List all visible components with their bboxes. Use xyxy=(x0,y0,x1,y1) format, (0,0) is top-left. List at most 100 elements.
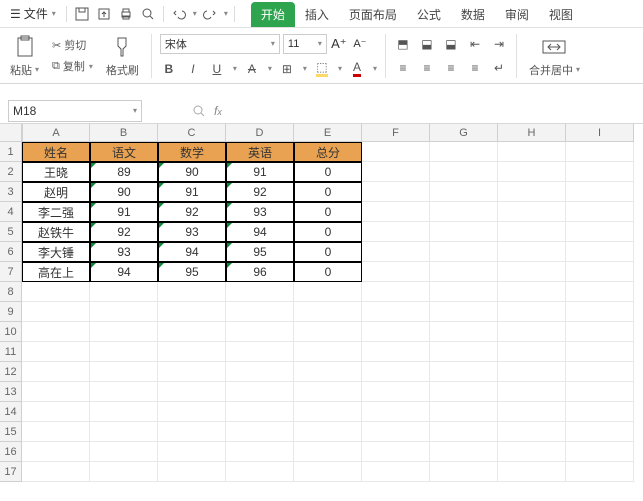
cell[interactable] xyxy=(294,422,362,442)
cell[interactable] xyxy=(430,242,498,262)
cell[interactable]: 91 xyxy=(90,202,158,222)
cell[interactable]: 92 xyxy=(226,182,294,202)
cell[interactable] xyxy=(362,302,430,322)
cut-button[interactable]: ✂剪切 xyxy=(49,36,96,54)
row-header[interactable]: 4 xyxy=(0,202,22,222)
column-header[interactable]: A xyxy=(22,124,90,142)
cell[interactable] xyxy=(498,362,566,382)
chevron-down-icon[interactable]: ▾ xyxy=(373,64,377,73)
cell[interactable] xyxy=(430,262,498,282)
format-painter-group[interactable]: 格式刷 xyxy=(102,34,143,78)
cell[interactable] xyxy=(294,302,362,322)
export-icon[interactable] xyxy=(95,5,113,23)
chevron-down-icon[interactable]: ▾ xyxy=(303,64,307,73)
cell[interactable] xyxy=(226,342,294,362)
cell[interactable] xyxy=(158,422,226,442)
cell[interactable] xyxy=(158,442,226,462)
align-center-icon[interactable]: ≡ xyxy=(418,59,436,77)
align-right-icon[interactable]: ≡ xyxy=(442,59,460,77)
cell[interactable] xyxy=(362,402,430,422)
cell[interactable]: 姓名 xyxy=(22,142,90,162)
cell[interactable] xyxy=(294,442,362,462)
cell[interactable] xyxy=(498,382,566,402)
save-icon[interactable] xyxy=(73,5,91,23)
cell[interactable] xyxy=(498,222,566,242)
cell[interactable] xyxy=(430,382,498,402)
name-box[interactable]: M18 ▾ xyxy=(8,100,142,122)
font-name-select[interactable]: 宋体▾ xyxy=(160,34,280,54)
cell[interactable] xyxy=(22,342,90,362)
cell[interactable] xyxy=(498,142,566,162)
cell[interactable] xyxy=(226,382,294,402)
cell[interactable] xyxy=(498,302,566,322)
cell[interactable]: 89 xyxy=(90,162,158,182)
row-header[interactable]: 15 xyxy=(0,422,22,442)
cell[interactable]: 李二强 xyxy=(22,202,90,222)
cell[interactable] xyxy=(158,302,226,322)
justify-icon[interactable]: ≡ xyxy=(466,59,484,77)
cell[interactable] xyxy=(90,442,158,462)
cell[interactable]: 95 xyxy=(226,242,294,262)
cell[interactable] xyxy=(566,402,634,422)
cell[interactable] xyxy=(294,322,362,342)
cell[interactable] xyxy=(226,442,294,462)
row-header[interactable]: 14 xyxy=(0,402,22,422)
increase-font-icon[interactable]: A⁺ xyxy=(330,35,348,53)
cell[interactable] xyxy=(498,282,566,302)
cell[interactable] xyxy=(22,442,90,462)
row-header[interactable]: 3 xyxy=(0,182,22,202)
chevron-down-icon[interactable]: ▾ xyxy=(268,64,272,73)
row-header[interactable]: 7 xyxy=(0,262,22,282)
cell[interactable]: 93 xyxy=(90,242,158,262)
cancel-icon[interactable] xyxy=(192,104,206,118)
file-menu[interactable]: ☰ 文件 ▾ xyxy=(6,3,60,24)
undo-icon[interactable] xyxy=(170,5,188,23)
cell[interactable]: 英语 xyxy=(226,142,294,162)
cell[interactable] xyxy=(430,202,498,222)
cell[interactable] xyxy=(566,222,634,242)
select-all-corner[interactable] xyxy=(0,124,22,142)
cell[interactable] xyxy=(158,342,226,362)
cell[interactable] xyxy=(90,362,158,382)
tab-start[interactable]: 开始 xyxy=(251,2,295,27)
spreadsheet-grid[interactable]: ABCDEFGHI 1姓名语文数学英语总分2王晓89909103赵明909192… xyxy=(0,124,643,482)
cell[interactable] xyxy=(498,462,566,482)
cell[interactable]: 95 xyxy=(158,262,226,282)
cell[interactable] xyxy=(498,242,566,262)
cell[interactable] xyxy=(226,462,294,482)
cell[interactable] xyxy=(22,322,90,342)
row-header[interactable]: 11 xyxy=(0,342,22,362)
redo-icon[interactable] xyxy=(201,5,219,23)
cell[interactable] xyxy=(430,342,498,362)
cell[interactable] xyxy=(362,262,430,282)
row-header[interactable]: 13 xyxy=(0,382,22,402)
cell[interactable] xyxy=(498,202,566,222)
cell[interactable]: 王晓 xyxy=(22,162,90,182)
cell[interactable] xyxy=(430,222,498,242)
cell[interactable] xyxy=(294,362,362,382)
cell[interactable] xyxy=(566,302,634,322)
cell[interactable] xyxy=(498,402,566,422)
italic-button[interactable]: I xyxy=(184,60,202,78)
cell[interactable]: 91 xyxy=(226,162,294,182)
cell[interactable] xyxy=(362,382,430,402)
cell[interactable] xyxy=(430,302,498,322)
cell[interactable]: 0 xyxy=(294,222,362,242)
cell[interactable] xyxy=(498,162,566,182)
tab-data[interactable]: 数据 xyxy=(451,2,495,27)
cell[interactable] xyxy=(90,402,158,422)
cell[interactable]: 94 xyxy=(158,242,226,262)
cell[interactable] xyxy=(158,462,226,482)
cell[interactable]: 91 xyxy=(158,182,226,202)
row-header[interactable]: 10 xyxy=(0,322,22,342)
cell[interactable] xyxy=(566,282,634,302)
cell[interactable] xyxy=(22,302,90,322)
strikethrough-button[interactable]: A xyxy=(243,60,261,78)
chevron-down-icon[interactable]: ▾ xyxy=(338,64,342,73)
cell[interactable]: 94 xyxy=(90,262,158,282)
column-header[interactable]: F xyxy=(362,124,430,142)
cell[interactable] xyxy=(22,402,90,422)
redo-dropdown[interactable]: ▾ xyxy=(224,9,228,18)
align-top-icon[interactable]: ⬒ xyxy=(394,35,412,53)
tab-layout[interactable]: 页面布局 xyxy=(339,2,407,27)
